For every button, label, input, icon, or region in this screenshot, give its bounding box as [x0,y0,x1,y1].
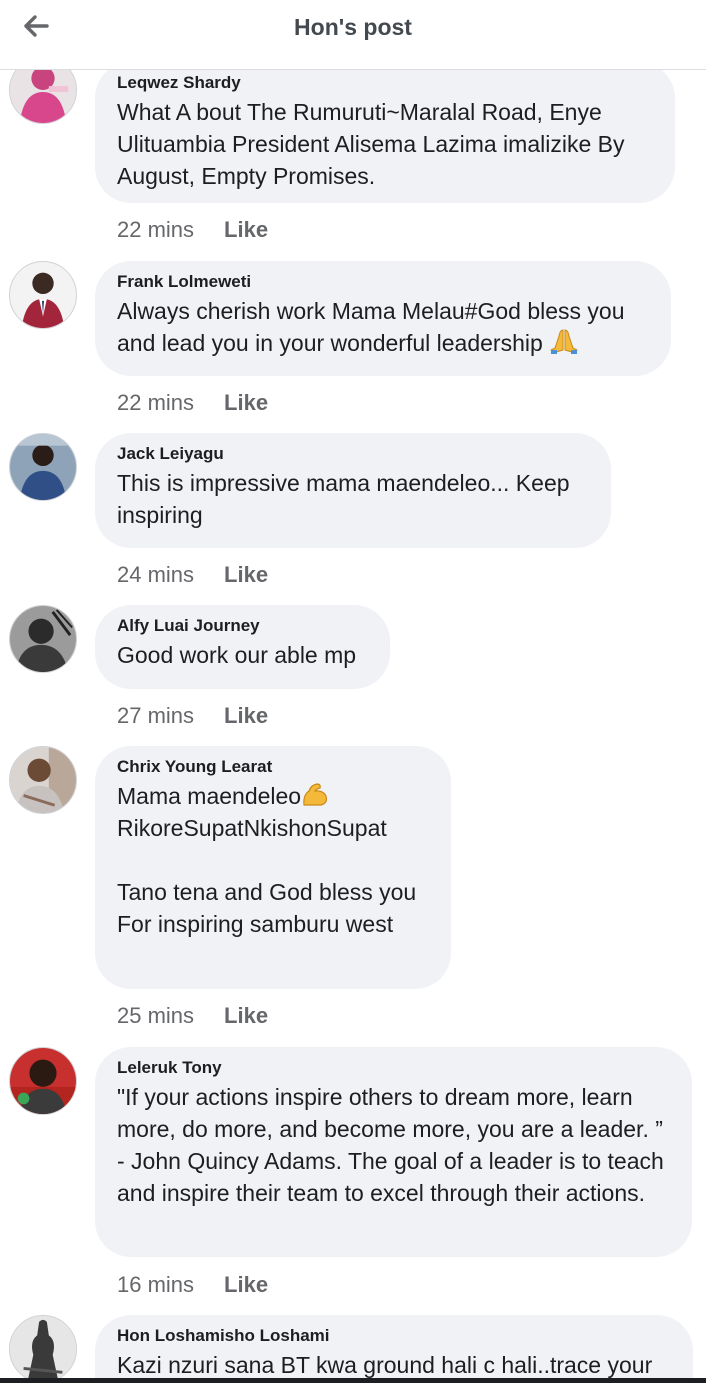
comment-meta: 24 mins Like [117,561,268,589]
comment-bubble[interactable]: Chrix Young Learat Mama maendeleo Rikore… [95,746,451,989]
user-photo [10,262,76,328]
comment-author[interactable]: Chrix Young Learat [117,756,429,778]
comment-author[interactable]: Alfy Luai Journey [117,615,368,637]
comment-time[interactable]: 24 mins [117,562,194,587]
like-button[interactable]: Like [224,1003,268,1028]
comment-meta: 16 mins Like [117,1271,268,1299]
screen-bottom-edge [0,1378,706,1383]
user-photo [10,434,76,500]
like-button[interactable]: Like [224,390,268,415]
avatar[interactable] [9,261,77,329]
comment-bubble[interactable]: Jack Leiyagu This is impressive mama mae… [95,433,611,548]
comment-text: Good work our able mp [117,642,357,668]
user-photo [10,1048,76,1114]
like-button[interactable]: Like [224,562,268,587]
comment-time[interactable]: 27 mins [117,703,194,728]
avatar[interactable] [9,605,77,673]
comment-text: "If your actions inspire others to dream… [117,1084,671,1206]
comment-meta: 25 mins Like [117,1002,268,1030]
comment-meta: 27 mins Like [117,702,268,730]
top-bar: Hon's post [0,0,706,70]
flexed-biceps-icon [303,783,328,806]
comment-author[interactable]: Leqwez Shardy [117,72,653,94]
comment-author[interactable]: Leleruk Tony [117,1057,670,1079]
comment-bubble[interactable]: Leqwez Shardy What A bout The Rumuruti~M… [95,62,675,203]
like-button[interactable]: Like [224,217,268,242]
comment-time[interactable]: 22 mins [117,217,194,242]
comment-text: This is impressive mama maendeleo... Kee… [117,470,576,528]
comment-author[interactable]: Hon Loshamisho Loshami [117,1325,671,1347]
user-photo [10,747,76,813]
user-photo [10,606,76,672]
folded-hands-icon [550,329,578,354]
comment-time[interactable]: 16 mins [117,1272,194,1297]
user-photo [10,1316,76,1382]
comment-text: Always cherish work Mama Melau#God bless… [117,298,631,356]
avatar[interactable] [9,1047,77,1115]
comment-text: What A bout The Rumuruti~Maralal Road, E… [117,99,630,189]
comment-text: Kazi nzuri sana BT kwa ground hali c hal… [117,1352,653,1378]
comment-author[interactable]: Jack Leiyagu [117,443,589,465]
page-title: Hon's post [294,14,412,40]
comment-time[interactable]: 25 mins [117,1003,194,1028]
like-button[interactable]: Like [224,1272,268,1297]
comment-meta: 22 mins Like [117,216,268,244]
comment-author[interactable]: Frank Lolmeweti [117,271,649,293]
comment-text: Mama maendeleo RikoreSupatNkishonSupat T… [117,783,417,937]
comment-meta: 22 mins Like [117,389,268,417]
avatar[interactable] [9,433,77,501]
avatar[interactable] [9,1315,77,1383]
avatar[interactable] [9,746,77,814]
comment-time[interactable]: 22 mins [117,390,194,415]
comments-screen: Hon's post Leqwez Shardy What A bout The… [0,0,706,1383]
comment-bubble[interactable]: Leleruk Tony "If your actions inspire ot… [95,1047,692,1257]
comment-bubble[interactable]: Alfy Luai Journey Good work our able mp [95,605,390,689]
comment-bubble[interactable]: Hon Loshamisho Loshami Kazi nzuri sana B… [95,1315,693,1383]
comment-bubble[interactable]: Frank Lolmeweti Always cherish work Mama… [95,261,671,376]
like-button[interactable]: Like [224,703,268,728]
